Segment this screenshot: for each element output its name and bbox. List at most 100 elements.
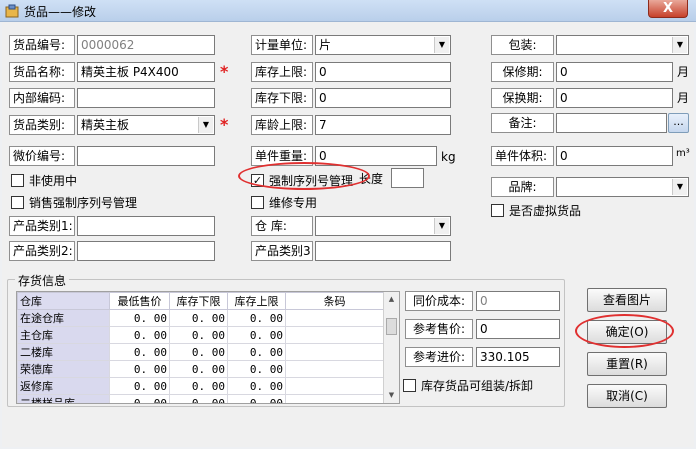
table-cell[interactable]: 0. 00	[109, 377, 170, 395]
table-row[interactable]: 荣德库 0. 00 0. 00 0. 00	[17, 360, 384, 378]
window-title: 货品——修改	[24, 5, 97, 19]
scroll-down-icon[interactable]: ▼	[384, 388, 399, 403]
name-field[interactable]: 精英主板 P4X400	[77, 62, 215, 82]
warehouse-cell[interactable]: 在途仓库	[17, 309, 110, 327]
table-cell[interactable]: 0. 00	[169, 309, 228, 327]
repair-checkbox[interactable]: 维修专用	[251, 194, 317, 211]
column-header[interactable]: 仓库	[17, 292, 110, 310]
prod-cat1-label: 产品类别1:	[9, 216, 75, 236]
warehouse-cell[interactable]: 二楼样品库	[17, 394, 110, 403]
scroll-up-icon[interactable]: ▲	[384, 292, 399, 307]
virtual-goods-checkbox[interactable]: 是否虚拟货品	[491, 202, 581, 219]
table-cell[interactable]: 0. 00	[227, 360, 286, 378]
table-row[interactable]: 二楼库 0. 00 0. 00 0. 00	[17, 343, 384, 361]
length-field[interactable]	[391, 168, 424, 188]
same-cost-field[interactable]: 0	[476, 291, 560, 311]
checkbox-box[interactable]	[11, 174, 24, 187]
checkbox-box[interactable]	[11, 196, 24, 209]
reset-button[interactable]: 重置(R)	[587, 352, 667, 376]
column-header[interactable]: 库存上限	[227, 292, 286, 310]
table-cell[interactable]	[285, 360, 384, 378]
pack-select[interactable]: ▼	[556, 35, 689, 55]
column-header[interactable]: 最低售价	[109, 292, 170, 310]
table-row[interactable]: 二楼样品库 0. 00 0. 00 0. 00	[17, 394, 384, 403]
pack-label: 包装:	[491, 35, 554, 55]
close-button[interactable]: X	[648, 0, 688, 18]
chevron-down-icon[interactable]: ▼	[672, 179, 687, 195]
chevron-down-icon[interactable]: ▼	[198, 117, 213, 133]
checkbox-box[interactable]	[403, 379, 416, 392]
prod-cat1-field[interactable]	[77, 216, 215, 236]
prod-cat3-field[interactable]	[315, 241, 451, 261]
internal-code-field[interactable]	[77, 88, 215, 108]
ref-purchase-field[interactable]: 330.105	[476, 347, 560, 367]
stock-min-field[interactable]: 0	[315, 88, 451, 108]
unused-checkbox[interactable]: 非使用中	[11, 172, 77, 189]
warranty-unit: 月	[677, 65, 690, 79]
warehouse-cell[interactable]: 主仓库	[17, 326, 110, 344]
table-cell[interactable]: 0. 00	[169, 394, 228, 403]
table-cell[interactable]: 0. 00	[227, 377, 286, 395]
view-image-button[interactable]: 查看图片	[587, 288, 667, 312]
table-cell[interactable]: 0. 00	[227, 394, 286, 403]
exchange-field[interactable]: 0	[556, 88, 673, 108]
stock-max-field[interactable]: 0	[315, 62, 451, 82]
sales-serial-checkbox[interactable]: 销售强制序列号管理	[11, 194, 137, 211]
stock-grid[interactable]: 仓库 最低售价 库存下限 库存上限 条码 在途仓库 0. 00 0. 00 0. 00 主仓库 0…	[16, 291, 400, 404]
table-cell[interactable]: 0. 00	[227, 309, 286, 327]
table-cell[interactable]: 0. 00	[109, 326, 170, 344]
table-cell[interactable]: 0. 00	[109, 309, 170, 327]
table-cell[interactable]	[285, 326, 384, 344]
internal-code-label: 内部编码:	[9, 88, 75, 108]
age-max-field[interactable]: 7	[315, 115, 451, 135]
checkbox-box[interactable]	[251, 196, 264, 209]
chevron-down-icon[interactable]: ▼	[434, 37, 449, 53]
table-cell[interactable]	[285, 343, 384, 361]
repair-label: 维修专用	[269, 196, 318, 210]
table-cell[interactable]: 0. 00	[109, 394, 170, 403]
table-cell[interactable]: 0. 00	[227, 343, 286, 361]
age-max-label: 库龄上限:	[251, 115, 313, 135]
column-header[interactable]: 条码	[285, 292, 384, 310]
chevron-down-icon[interactable]: ▼	[672, 37, 687, 53]
warehouse-select[interactable]: ▼	[315, 216, 451, 236]
unit-label: 计量单位:	[251, 35, 313, 55]
checkbox-box[interactable]	[491, 204, 504, 217]
warehouse-cell[interactable]: 返修库	[17, 377, 110, 395]
table-cell[interactable]: 0. 00	[169, 377, 228, 395]
cancel-button[interactable]: 取消(C)	[587, 384, 667, 408]
unit-select[interactable]: 片 ▼	[315, 35, 451, 55]
table-cell[interactable]: 0. 00	[227, 326, 286, 344]
column-header[interactable]: 库存下限	[169, 292, 228, 310]
table-cell[interactable]: 0. 00	[169, 343, 228, 361]
brand-select[interactable]: ▼	[556, 177, 689, 197]
table-row[interactable]: 主仓库 0. 00 0. 00 0. 00	[17, 326, 384, 344]
table-cell[interactable]	[285, 377, 384, 395]
table-cell[interactable]	[285, 309, 384, 327]
table-cell[interactable]: 0. 00	[169, 360, 228, 378]
table-row[interactable]: 返修库 0. 00 0. 00 0. 00	[17, 377, 384, 395]
remark-field[interactable]	[556, 113, 667, 133]
ref-sale-field[interactable]: 0	[476, 319, 560, 339]
assemble-checkbox[interactable]: 库存货品可组装/拆卸	[403, 377, 533, 394]
scroll-thumb[interactable]	[386, 318, 397, 335]
prod-cat2-field[interactable]	[77, 241, 215, 261]
highlight-ellipse	[238, 162, 370, 190]
category-select[interactable]: 精英主板 ▼	[77, 115, 215, 135]
volume-field[interactable]: 0	[556, 146, 673, 166]
remark-browse-button[interactable]: ...	[668, 113, 689, 133]
table-row[interactable]: 在途仓库 0. 00 0. 00 0. 00	[17, 309, 384, 327]
warranty-field[interactable]: 0	[556, 62, 673, 82]
grid-scrollbar[interactable]: ▲ ▼	[383, 292, 399, 403]
table-cell[interactable]: 0. 00	[169, 326, 228, 344]
table-cell[interactable]: 0. 00	[109, 343, 170, 361]
required-star: *	[220, 62, 229, 81]
chevron-down-icon[interactable]: ▼	[434, 218, 449, 234]
micro-code-field[interactable]	[77, 146, 215, 166]
virtual-goods-label: 是否虚拟货品	[509, 204, 582, 218]
warehouse-cell[interactable]: 二楼库	[17, 343, 110, 361]
code-field[interactable]: 0000062	[77, 35, 215, 55]
table-cell[interactable]: 0. 00	[109, 360, 170, 378]
warehouse-cell[interactable]: 荣德库	[17, 360, 110, 378]
table-cell[interactable]	[285, 394, 384, 403]
